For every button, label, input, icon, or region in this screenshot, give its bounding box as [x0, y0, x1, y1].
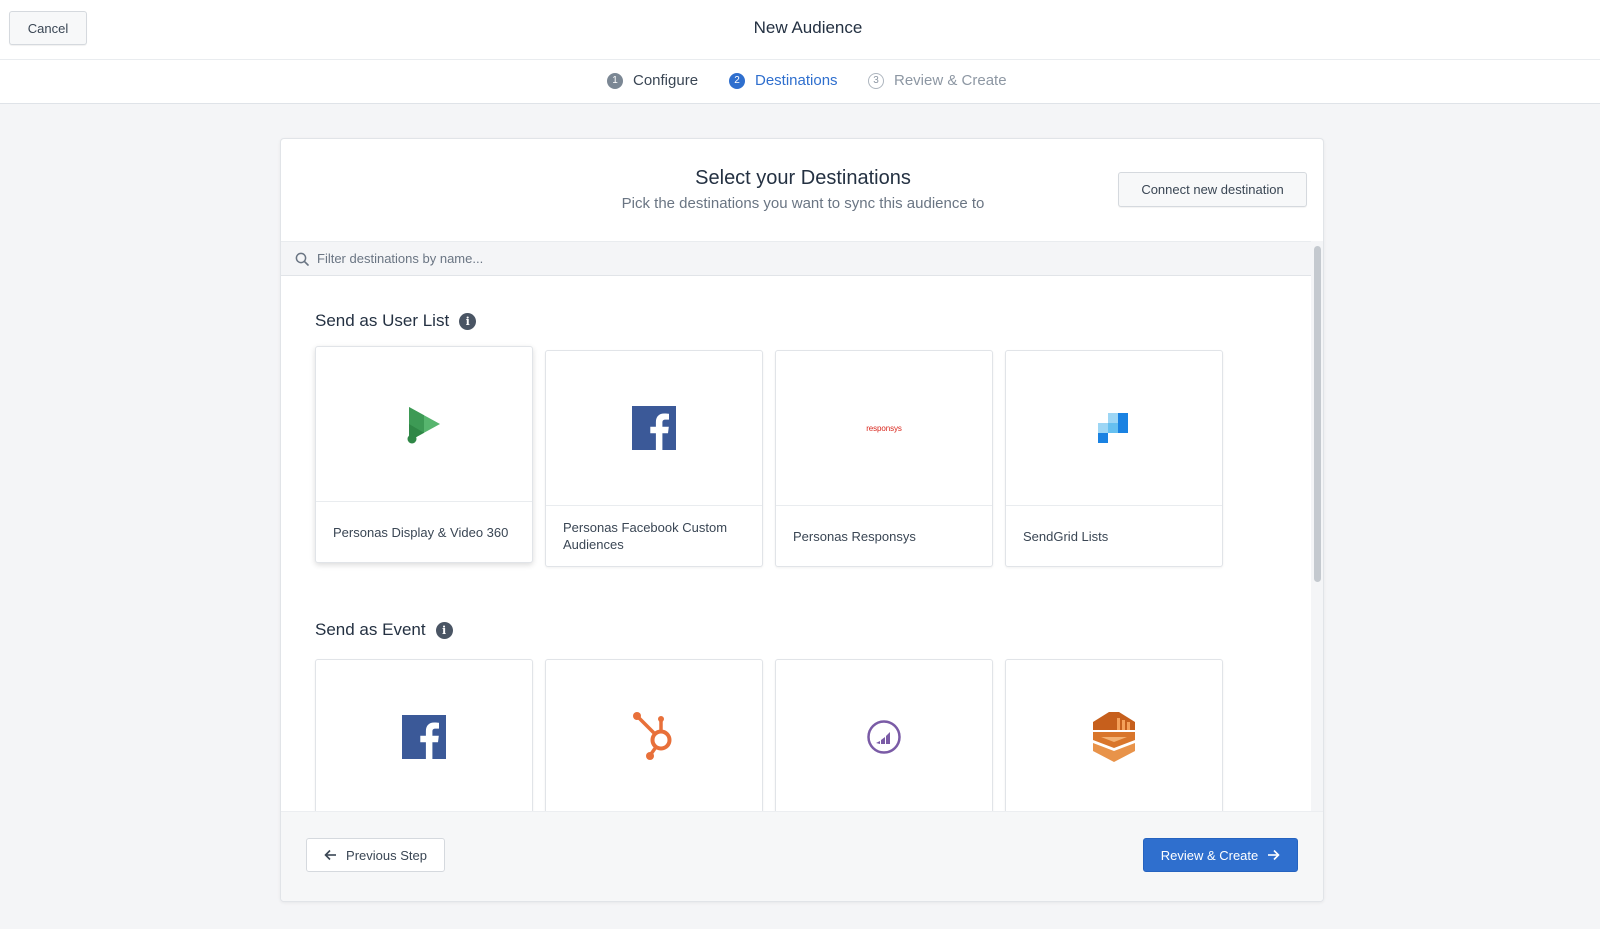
- previous-step-label: Previous Step: [346, 847, 427, 863]
- top-bar: Cancel New Audience: [0, 0, 1600, 60]
- step-label: Review & Create: [894, 72, 1007, 89]
- arrow-right-icon: [1268, 849, 1280, 861]
- marketo-icon: [867, 720, 901, 754]
- card-logo-area: [776, 660, 992, 815]
- card-logo-area: [316, 347, 532, 502]
- section-title-text: Send as Event: [315, 620, 426, 639]
- card-logo-area: responsys: [776, 351, 992, 506]
- responsys-logo: responsys: [866, 423, 902, 433]
- step-number: 1: [607, 72, 623, 89]
- amazon-kinesis-icon: [1093, 712, 1135, 762]
- connect-new-destination-button[interactable]: Connect new destination: [1118, 172, 1307, 207]
- destination-card-responsys[interactable]: responsys Personas Responsys: [775, 350, 993, 567]
- card-label: SendGrid Lists: [1023, 528, 1109, 544]
- step-configure[interactable]: 1 Configure: [607, 72, 698, 89]
- filter-bar: [281, 241, 1311, 276]
- step-number: 2: [729, 72, 745, 89]
- panel-footer: Previous Step Review & Create: [281, 811, 1323, 901]
- sendgrid-icon: [1098, 413, 1128, 443]
- step-review-create[interactable]: 3 Review & Create: [868, 72, 1007, 89]
- card-logo-area: [1006, 660, 1222, 815]
- facebook-icon: [632, 406, 676, 450]
- card-label: Personas Display & Video 360: [333, 524, 509, 540]
- step-label: Destinations: [755, 72, 838, 89]
- step-number: 3: [868, 72, 884, 89]
- destination-card-facebook-custom-audiences[interactable]: Personas Facebook Custom Audiences: [545, 350, 763, 567]
- filter-destinations-input[interactable]: [317, 251, 1217, 266]
- card-logo-area: [546, 660, 762, 815]
- arrow-left-icon: [324, 849, 337, 861]
- destination-card-dv360[interactable]: Personas Display & Video 360: [315, 346, 533, 563]
- scrollbar-thumb[interactable]: [1314, 246, 1321, 582]
- review-create-button[interactable]: Review & Create: [1143, 838, 1298, 872]
- google-dv360-icon: [407, 407, 440, 444]
- card-label: Personas Responsys: [793, 528, 916, 544]
- previous-step-button[interactable]: Previous Step: [306, 838, 445, 872]
- section-title-user-list: Send as User List i: [315, 311, 477, 331]
- search-icon: [295, 252, 309, 266]
- card-logo-area: [1006, 351, 1222, 506]
- card-logo-area: [316, 660, 532, 815]
- card-label: Personas Facebook Custom Audiences: [563, 520, 728, 552]
- section-title-event: Send as Event i: [315, 620, 453, 640]
- stepper: 1 Configure 2 Destinations 3 Review & Cr…: [0, 60, 1600, 104]
- card-logo-area: [546, 351, 762, 506]
- info-icon[interactable]: i: [435, 621, 453, 639]
- step-destinations[interactable]: 2 Destinations: [729, 72, 838, 89]
- step-label: Configure: [633, 72, 699, 89]
- section-title-text: Send as User List: [315, 311, 450, 330]
- info-icon[interactable]: i: [459, 312, 477, 330]
- review-create-label: Review & Create: [1160, 847, 1259, 863]
- destination-card-sendgrid-lists[interactable]: SendGrid Lists: [1005, 350, 1223, 567]
- facebook-icon: [402, 715, 446, 759]
- hubspot-icon: [633, 712, 672, 760]
- page-title: New Audience: [753, 18, 863, 37]
- destinations-panel: Select your Destinations Pick the destin…: [280, 138, 1324, 902]
